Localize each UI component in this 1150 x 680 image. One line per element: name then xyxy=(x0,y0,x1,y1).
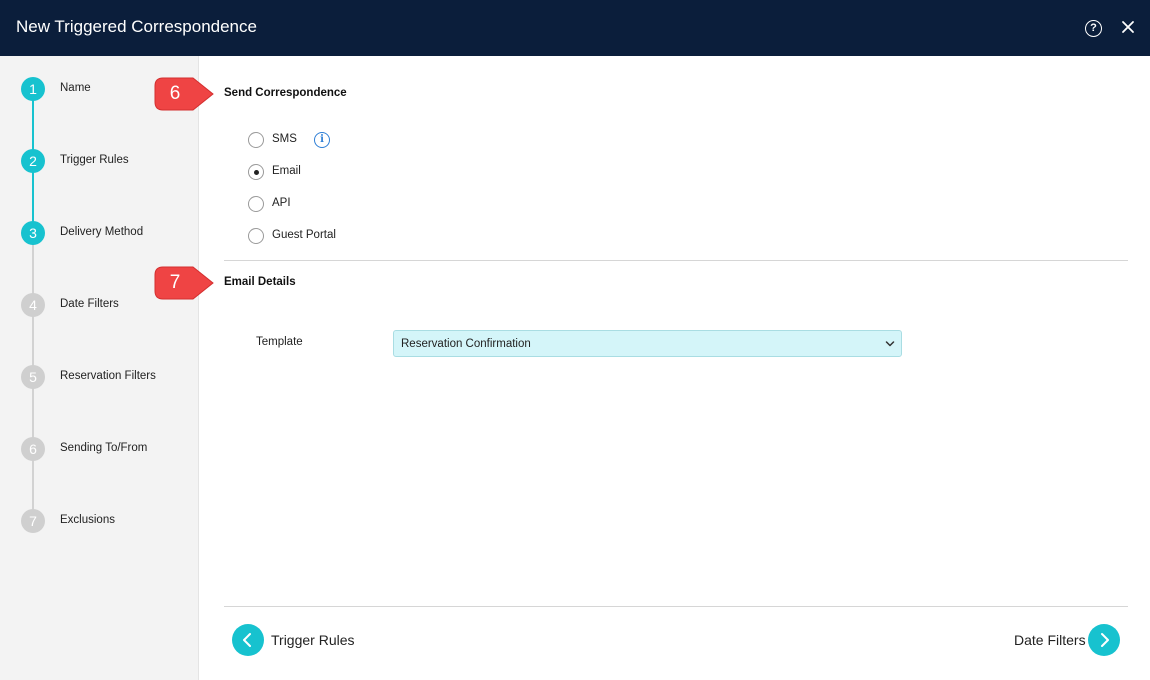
back-circle[interactable] xyxy=(232,624,264,656)
step-number: 2 xyxy=(21,149,45,173)
template-select[interactable]: Reservation Confirmation xyxy=(393,330,902,357)
callout-number: 6 xyxy=(169,83,181,104)
radio-circle[interactable] xyxy=(248,196,264,212)
chevron-left-icon xyxy=(243,633,251,647)
send-correspondence-heading: Send Correspondence xyxy=(224,87,347,99)
step-number: 7 xyxy=(21,509,45,533)
window-title: New Triggered Correspondence xyxy=(16,17,257,36)
step-trigger-rules[interactable]: 2 Trigger Rules xyxy=(21,149,191,173)
section-divider xyxy=(224,260,1128,261)
step-number: 3 xyxy=(21,221,45,245)
email-details-heading: Email Details xyxy=(224,276,296,288)
radio-circle[interactable] xyxy=(248,228,264,244)
back-label: Trigger Rules xyxy=(271,632,355,648)
step-label: Reservation Filters xyxy=(60,370,156,382)
template-label: Template xyxy=(256,336,303,348)
step-delivery-method[interactable]: 3 Delivery Method xyxy=(21,221,191,245)
next-button[interactable]: Date Filters xyxy=(1000,624,1120,656)
step-label: Delivery Method xyxy=(60,226,144,238)
chevron-down-icon xyxy=(885,341,895,347)
template-selected-value: Reservation Confirmation xyxy=(401,338,531,350)
step-label: Name xyxy=(60,82,91,94)
chevron-right-icon xyxy=(1101,633,1109,647)
next-label: Date Filters xyxy=(1014,632,1086,648)
step-exclusions[interactable]: 7 Exclusions xyxy=(21,509,191,533)
back-button[interactable]: Trigger Rules xyxy=(232,624,372,656)
footer-divider xyxy=(224,606,1128,607)
info-icon[interactable]: i xyxy=(314,132,330,148)
step-reservation-filters[interactable]: 5 Reservation Filters xyxy=(21,365,191,389)
radio-label: SMS xyxy=(272,133,297,145)
next-circle[interactable] xyxy=(1088,624,1120,656)
title-bar: New Triggered Correspondence ? xyxy=(0,0,1150,56)
wizard-sidebar: 1 Name 2 Trigger Rules 3 Delivery Method… xyxy=(0,56,199,680)
step-label: Trigger Rules xyxy=(60,154,129,166)
step-label: Date Filters xyxy=(60,298,119,310)
radio-label: Email xyxy=(272,165,301,177)
step-label: Exclusions xyxy=(60,514,115,526)
radio-circle[interactable] xyxy=(248,132,264,148)
radio-selected-dot xyxy=(254,170,259,175)
step-label: Sending To/From xyxy=(60,442,148,454)
close-icon[interactable] xyxy=(1119,18,1137,36)
help-icon[interactable]: ? xyxy=(1085,20,1102,37)
step-sending-to-from[interactable]: 6 Sending To/From xyxy=(21,437,191,461)
callout-marker: 7 xyxy=(153,265,215,301)
step-number: 4 xyxy=(21,293,45,317)
radio-label: Guest Portal xyxy=(272,229,336,241)
step-number: 6 xyxy=(21,437,45,461)
step-number: 5 xyxy=(21,365,45,389)
radio-label: API xyxy=(272,197,291,209)
step-number: 1 xyxy=(21,77,45,101)
radio-circle[interactable] xyxy=(248,164,264,180)
callout-marker: 6 xyxy=(153,76,215,112)
callout-number: 7 xyxy=(169,272,181,293)
